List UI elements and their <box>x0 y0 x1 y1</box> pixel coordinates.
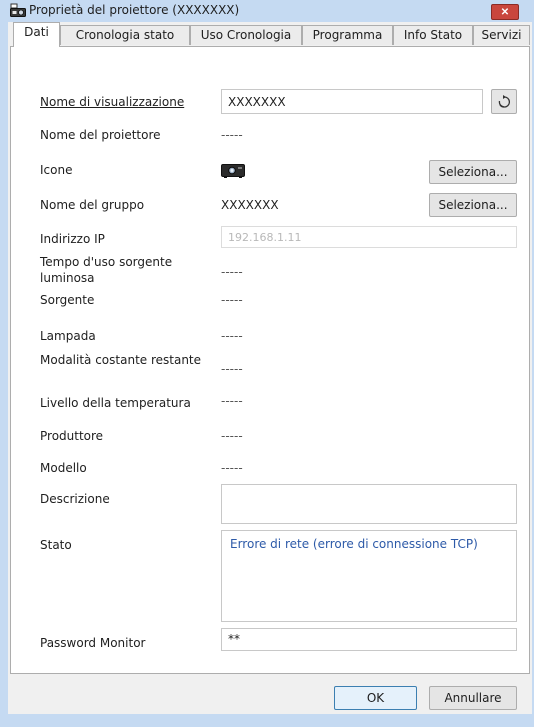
light-source-time-label: Tempo d'uso sorgente luminosa <box>40 255 173 285</box>
lamp-label: Lampada <box>40 329 96 343</box>
temperature-value: ----- <box>221 394 243 408</box>
refresh-icon <box>498 95 511 112</box>
light-source-time-value: ----- <box>221 265 243 279</box>
source-value: ----- <box>221 293 243 307</box>
ip-address-label: Indirizzo IP <box>40 232 105 246</box>
constant-mode-label: Modalità costante restante <box>40 353 202 367</box>
ip-address-field <box>221 226 517 248</box>
model-value: ----- <box>221 461 243 475</box>
model-label: Modello <box>40 461 87 475</box>
description-label: Descrizione <box>40 492 110 506</box>
properties-window: Proprietà del proiettore (XXXXXXX) ✕ Dat… <box>0 0 534 727</box>
cancel-button[interactable]: Annullare <box>429 686 517 710</box>
group-select-button[interactable]: Seleziona... <box>429 193 517 217</box>
refresh-button[interactable] <box>491 89 517 114</box>
ok-button[interactable]: OK <box>334 686 417 710</box>
password-input[interactable] <box>221 628 517 651</box>
source-label: Sorgente <box>40 293 95 307</box>
manufacturer-value: ----- <box>221 429 243 443</box>
icon-label: Icone <box>40 163 73 177</box>
status-label: Stato <box>40 538 72 552</box>
display-name-input[interactable] <box>221 89 483 114</box>
projector-name-label: Nome del proiettore <box>40 128 161 142</box>
icon-select-button[interactable]: Seleziona... <box>429 160 517 184</box>
temperature-label: Livello della temperatura <box>40 396 191 410</box>
password-label: Password Monitor <box>40 636 146 650</box>
display-name-label: Nome di visualizzazione <box>40 94 184 110</box>
group-name-label: Nome del gruppo <box>40 198 145 212</box>
status-box[interactable]: Errore di rete (errore di connessione TC… <box>221 530 517 622</box>
group-name-value: XXXXXXX <box>221 198 279 212</box>
description-input[interactable] <box>221 484 517 524</box>
display-name-label-text: Nome di visualizzazione <box>40 95 185 109</box>
manufacturer-label: Produttore <box>40 429 104 443</box>
projector-name-value: ----- <box>221 128 243 142</box>
constant-mode-value: ----- <box>221 362 243 376</box>
status-value: Errore di rete (errore di connessione TC… <box>230 537 478 551</box>
projector-icon <box>221 162 245 178</box>
lamp-value: ----- <box>221 329 243 343</box>
